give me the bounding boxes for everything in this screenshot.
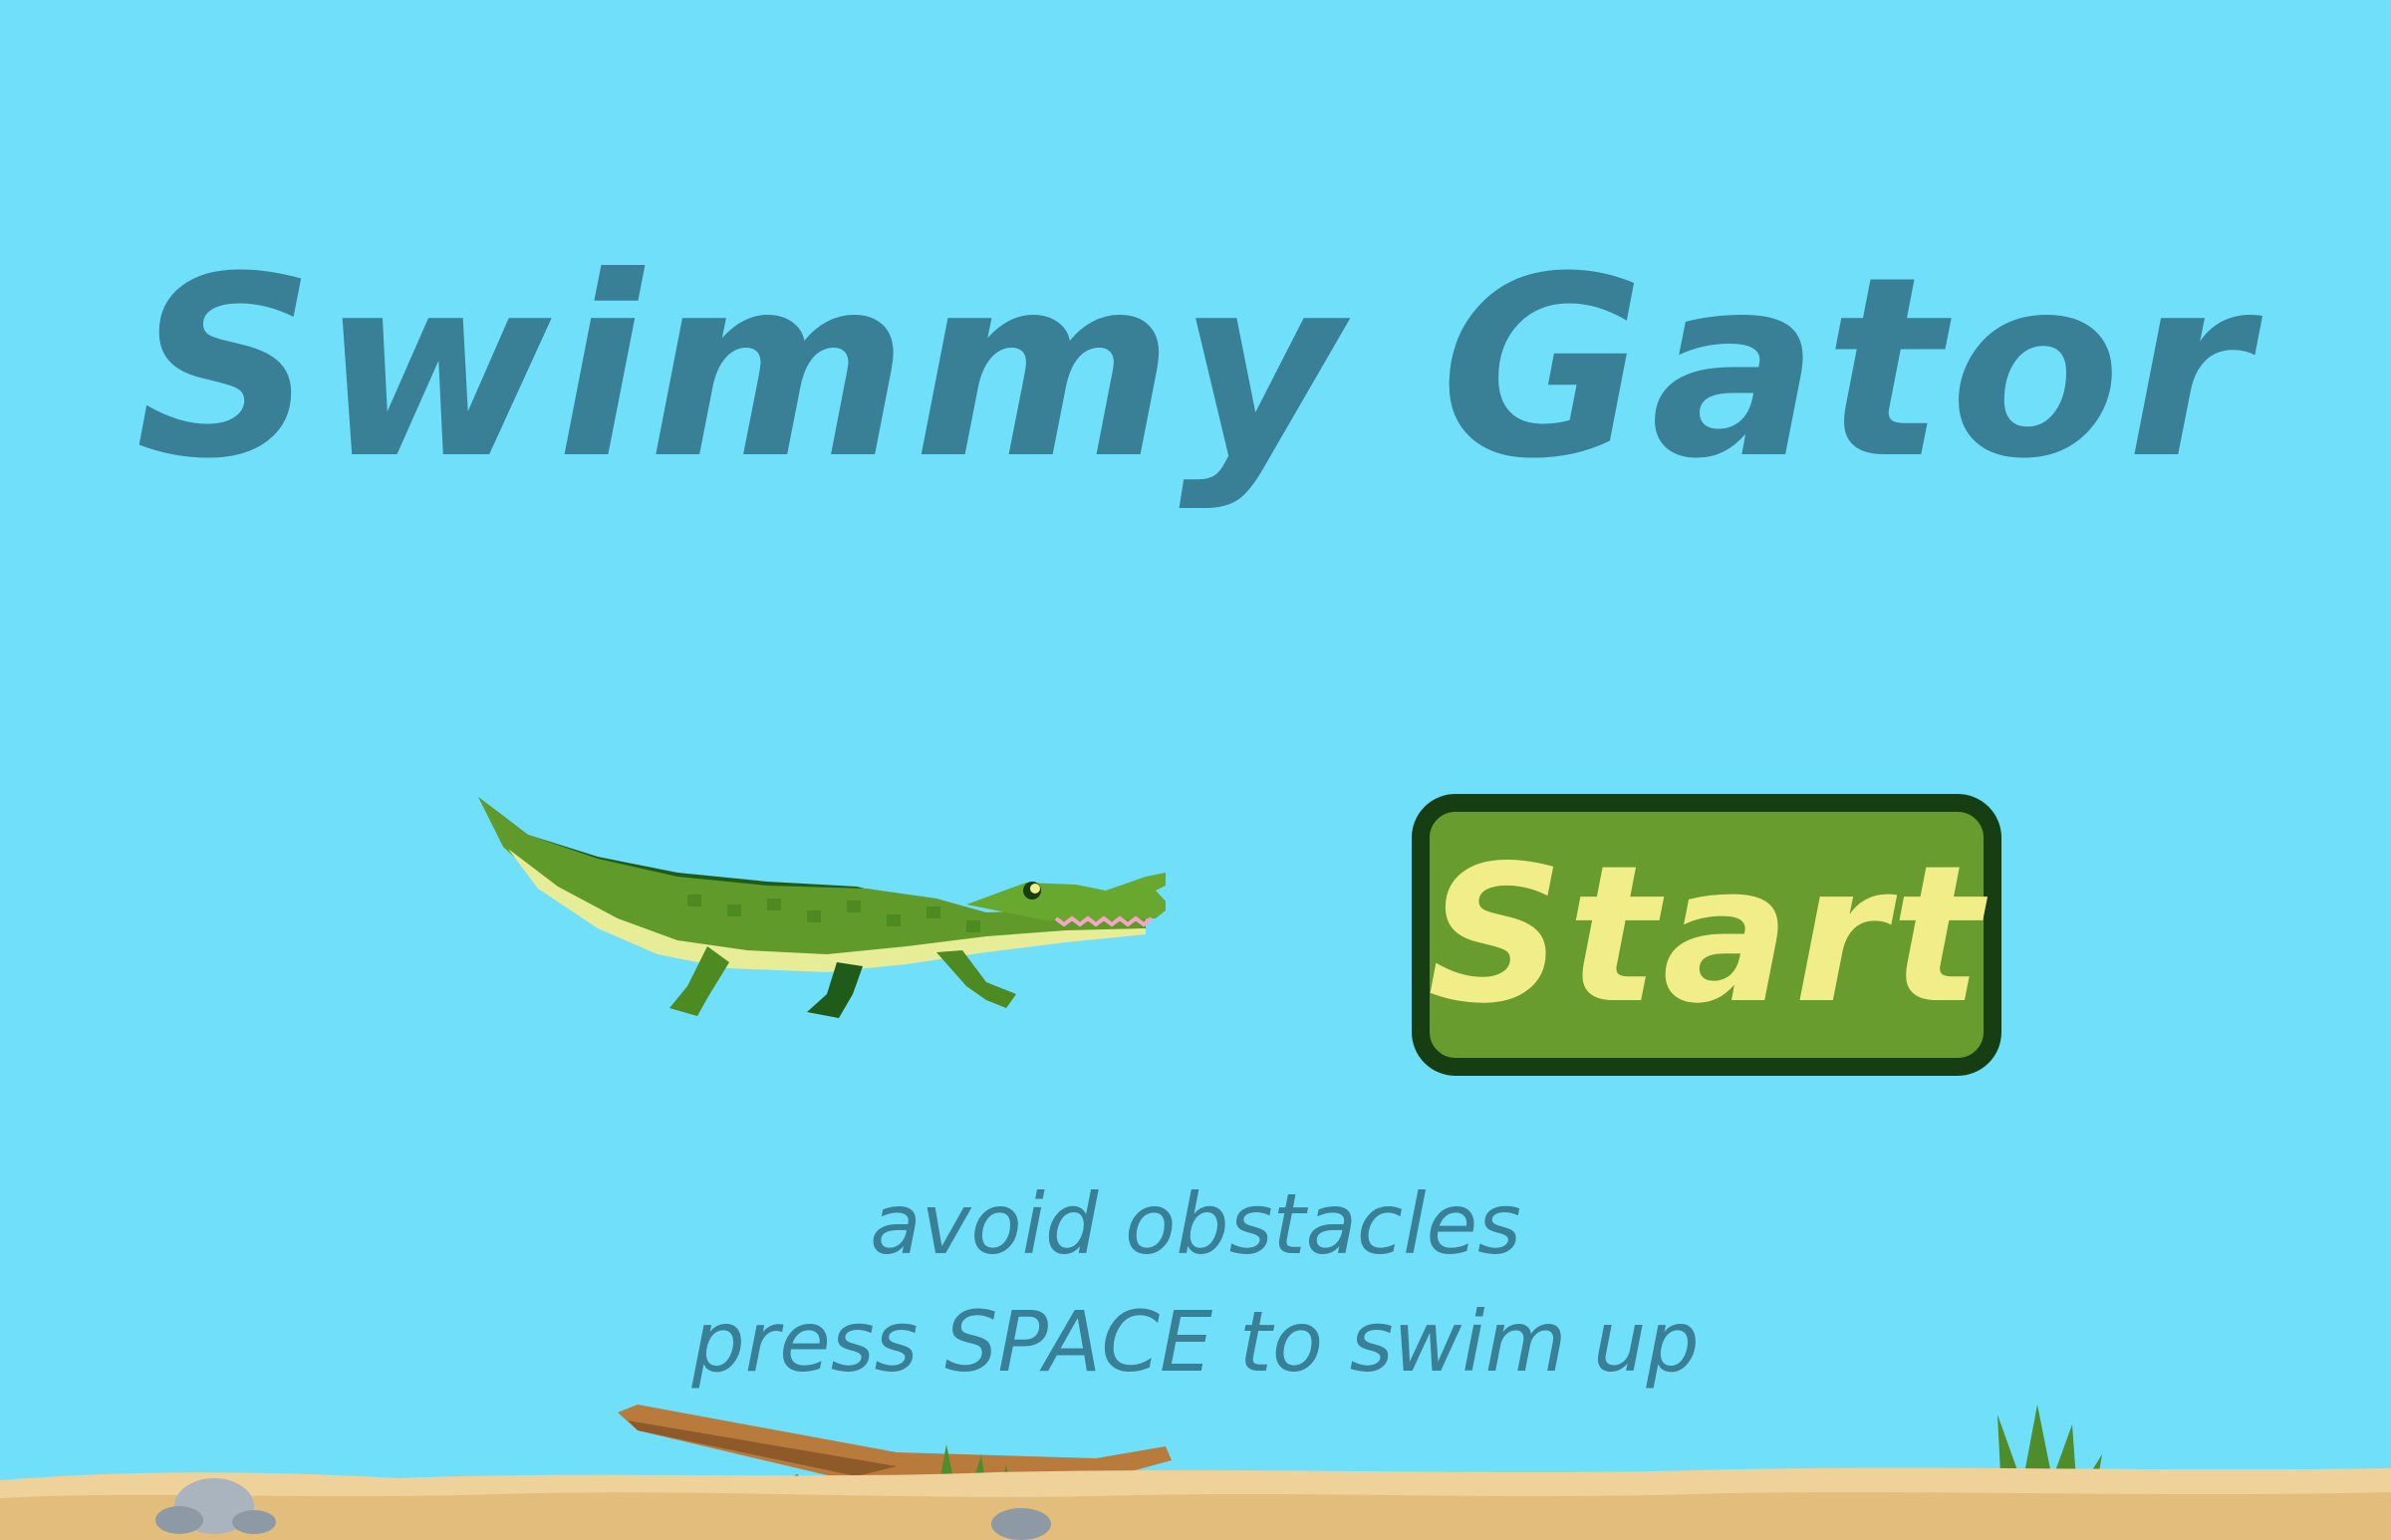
gator-sprite <box>478 797 1166 1018</box>
seabed <box>0 1405 2391 1540</box>
start-button[interactable]: Start <box>1412 794 2001 1076</box>
instruction-line-obstacles: avoid obstacles <box>870 1175 1521 1273</box>
game-screen: Swimmy Gator Start avoid obstacles press… <box>0 0 2391 1540</box>
instructions: avoid obstacles press SPACE to swim up <box>0 1165 2391 1401</box>
start-button-label: Start <box>1427 824 1987 1045</box>
game-title: Swimmy Gator <box>134 223 2257 513</box>
